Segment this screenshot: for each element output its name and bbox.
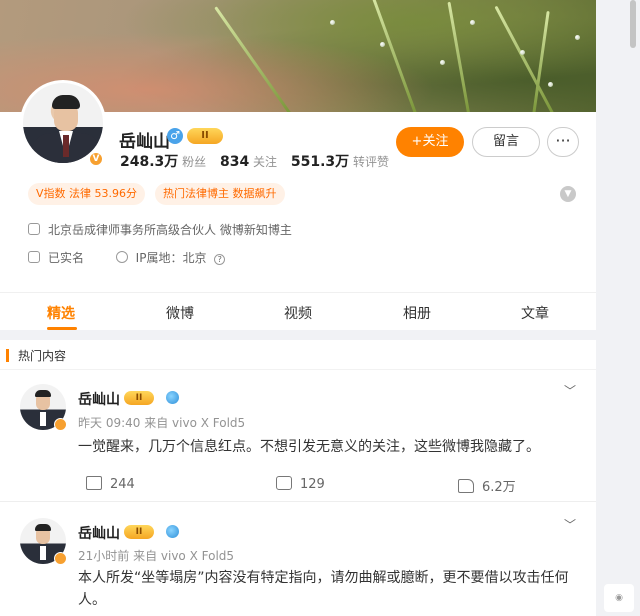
avatar-hair [52,95,80,109]
thumbs-up-icon [458,479,474,493]
tab-video[interactable]: 视频 [284,303,312,323]
tab-weibo[interactable]: 微博 [166,303,194,323]
dew-drop [520,50,525,55]
section-accent-bar [6,349,9,362]
reposts-stat[interactable]: 551.3万 转评赞 [290,154,390,170]
dew-drop [380,42,385,47]
help-icon[interactable]: ? [214,254,226,265]
more-options-button[interactable]: ··· [547,127,579,157]
post-card: 岳屾山 II 21小时前 来自 vivo X Fold5 本人所发“坐等塌房”内… [0,502,596,616]
followers-stat[interactable]: 248.3万 粉丝 [120,154,207,170]
description-row: 北京岳成律师事务所高级合伙人 微博新知博主 [28,221,292,238]
tab-articles[interactable]: 文章 [521,303,549,323]
dew-drop [330,20,335,25]
grass-blade [530,10,550,112]
share-icon [86,476,102,490]
active-tab-indicator [47,327,77,330]
comment-icon [276,476,292,490]
avatar-shirt [40,546,46,560]
dew-drop [440,60,445,65]
chevron-down-icon[interactable]: ▼ [560,186,576,202]
verified-v-icon [54,418,67,431]
verification-row: 已实名 IP属地：北京 ? [28,249,226,266]
post-text: 本人所发“坐等塌房”内容没有特定指向，请勿曲解或臆断，更不要借以攻击任何人。 [78,570,569,608]
vip-crown-badge[interactable]: II [187,128,223,144]
tab-album[interactable]: 相册 [403,303,431,323]
comment-button[interactable]: 129 [276,476,325,492]
post-card: 岳屾山 II 昨天 09:40 来自 vivo X Fold5 一觉醒来，几万个… [0,370,596,500]
section-title: 热门内容 [18,349,67,363]
profile-stats: 248.3万 粉丝 834 关注 551.3万 转评赞 [120,151,399,171]
chevron-down-icon[interactable]: ﹀ [564,382,576,399]
followers-count: 248.3万 [120,154,179,170]
post-meta: 21小时前 来自 vivo X Fold5 [78,549,235,563]
like-button[interactable]: 6.2万 [458,476,516,495]
v-index-tag[interactable]: V指数 法律 53.96分 [28,183,146,205]
comment-count: 129 [300,477,325,492]
post-meta: 昨天 09:40 来自 vivo X Fold5 [78,416,246,430]
reposts-label: 转评赞 [353,155,390,169]
like-count: 6.2万 [482,480,516,495]
vip-crown-badge[interactable]: II [124,525,154,539]
hot-blogger-tag[interactable]: 热门法律博主 数据飙升 [155,183,285,205]
avatar-hair [35,524,51,531]
following-label: 关注 [253,155,278,169]
description-text: 北京岳成律师事务所高级合伙人 微博新知博主 [48,223,292,237]
grass-blade [447,1,473,112]
post-author[interactable]: 岳屾山 [78,389,120,409]
feed: 热门内容 岳屾山 II 昨天 09:40 来自 vivo X Fold5 一觉醒… [0,340,596,616]
avatar-tie [63,135,69,157]
follow-button[interactable]: +关注 [396,127,464,157]
avatar-shirt [40,412,46,426]
vip-crown-badge[interactable]: II [124,391,154,405]
following-stat[interactable]: 834 关注 [219,154,278,170]
post-text: 一觉醒来，几万个信息红点。不想引发无意义的关注，这些微博我隐藏了。 [78,439,540,455]
avatar-hair [35,390,51,397]
scrollbar-thumb[interactable] [630,0,636,48]
dew-drop [575,35,580,40]
profile-tabs: 精选 微博 视频 相册 文章 [0,292,596,330]
grass-blade [372,0,423,112]
globe-icon [166,391,179,404]
male-gender-icon: ♂ [167,128,183,144]
section-header: 热门内容 [0,340,596,370]
tab-featured[interactable]: 精选 [47,303,75,323]
followers-label: 粉丝 [182,155,207,169]
verified-v-icon: V [88,151,104,167]
following-count: 834 [219,154,250,170]
verified-v-icon [54,552,67,565]
message-button[interactable]: 留言 [472,127,540,157]
repost-button[interactable]: 244 [86,476,135,492]
id-card-icon [28,251,40,263]
badge-icon [28,223,40,235]
ip-location-text: IP属地：北京 [135,251,207,265]
post-author[interactable]: 岳屾山 [78,523,120,543]
dew-drop [548,82,553,87]
dew-drop [470,20,475,25]
watermark-logo: ◉ [604,584,634,612]
grass-blade [494,5,563,112]
profile-name: 岳屾山 [119,132,170,152]
grass-blade [214,6,303,112]
globe-icon [166,525,179,538]
chevron-down-icon[interactable]: ﹀ [564,516,576,533]
reposts-count: 551.3万 [290,154,350,170]
repost-count: 244 [110,477,135,492]
verified-text: 已实名 [48,251,85,265]
location-icon [115,251,128,263]
